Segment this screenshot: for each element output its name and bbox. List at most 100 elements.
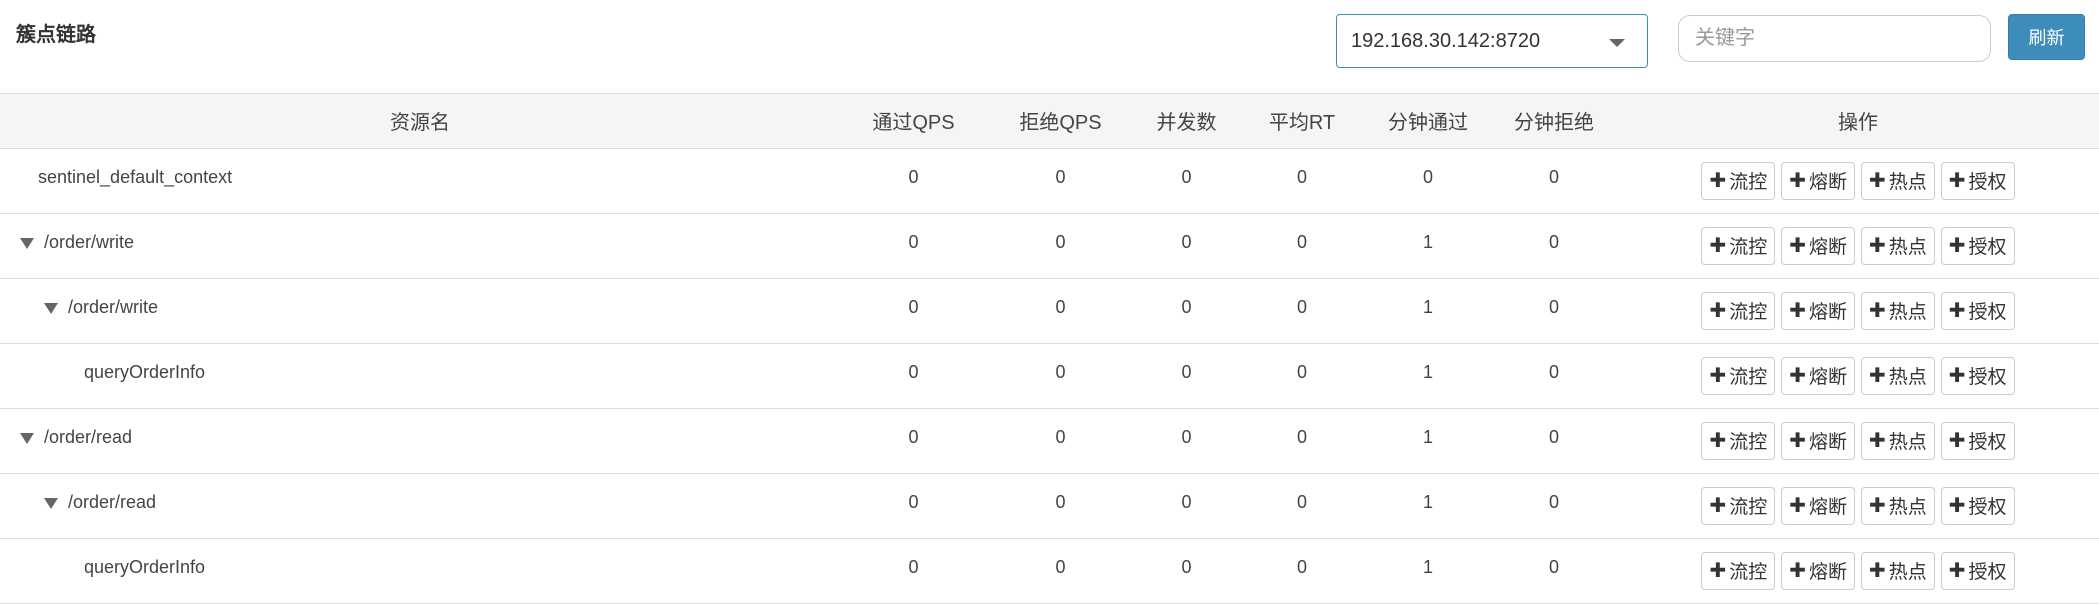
page-title: 簇点链路	[16, 24, 96, 46]
resource-name-wrap: queryOrderInfo	[0, 362, 840, 383]
pass-qps-cell: 0	[908, 491, 919, 512]
minute-block-cell: 0	[1548, 166, 1559, 187]
machine-select[interactable]: 192.168.30.142:8720	[1336, 14, 1648, 68]
add-authority-rule-button[interactable]: ✚ 授权	[1940, 421, 2015, 460]
add-flow-rule-button[interactable]: ✚ 流控	[1701, 291, 1776, 330]
plus-icon: ✚	[1709, 300, 1727, 322]
add-authority-rule-button[interactable]: ✚ 授权	[1940, 291, 2015, 330]
plus-icon: ✚	[1789, 495, 1806, 517]
concurrency-cell: 0	[1181, 296, 1192, 317]
actions-group: ✚ 流控 ✚ 熔断 ✚ 热点 ✚ 授权	[1617, 226, 2099, 265]
block-qps-cell: 0	[1055, 556, 1066, 577]
actions-cell: ✚ 流控 ✚ 熔断 ✚ 热点 ✚ 授权	[1617, 538, 2099, 603]
table-row: queryOrderInfo 0 0 0 0 1 0 ✚ 流控 ✚ 熔断 ✚ 热点 ✚ 授权	[0, 343, 2099, 408]
add-degrade-rule-button[interactable]: ✚ 熔断	[1781, 356, 1855, 395]
caret-down-icon[interactable]	[44, 497, 58, 509]
topbar: 簇点链路 192.168.30.142:8720 刷新	[0, 0, 2099, 94]
minute-pass-cell: 0	[1422, 166, 1433, 187]
add-hot-param-rule-button[interactable]: ✚ 热点	[1861, 161, 1935, 200]
avg-rt-cell: 0	[1296, 166, 1307, 187]
add-flow-rule-button[interactable]: ✚ 流控	[1701, 421, 1776, 460]
caret-down-icon[interactable]	[44, 302, 58, 314]
minute-pass-cell: 1	[1422, 361, 1433, 382]
table-row: /order/read 0 0 0 0 1 0 ✚ 流控 ✚ 熔断 ✚ 热点 ✚ 授权	[0, 408, 2099, 473]
add-flow-rule-button[interactable]: ✚ 流控	[1701, 161, 1776, 200]
add-degrade-rule-button[interactable]: ✚ 熔断	[1781, 291, 1855, 330]
avg-rt-cell: 0	[1296, 426, 1307, 447]
add-authority-rule-button[interactable]: ✚ 授权	[1940, 356, 2015, 395]
concurrency-cell: 0	[1181, 556, 1192, 577]
action-label: 热点	[1888, 562, 1927, 583]
add-degrade-rule-button[interactable]: ✚ 熔断	[1781, 551, 1855, 590]
add-hot-param-rule-button[interactable]: ✚ 热点	[1861, 291, 1935, 330]
action-label: 授权	[1968, 367, 2007, 388]
add-hot-param-rule-button[interactable]: ✚ 热点	[1861, 356, 1935, 395]
block-qps-cell: 0	[1055, 231, 1066, 252]
add-authority-rule-button[interactable]: ✚ 授权	[1940, 226, 2015, 265]
minute-pass-cell: 1	[1422, 556, 1433, 577]
col-concurrency: 并发数	[1134, 94, 1239, 149]
col-minute-pass: 分钟通过	[1365, 94, 1491, 149]
add-hot-param-rule-button[interactable]: ✚ 热点	[1861, 226, 1935, 265]
concurrency-cell: 0	[1181, 231, 1192, 252]
add-authority-rule-button[interactable]: ✚ 授权	[1940, 551, 2015, 590]
action-label: 流控	[1729, 237, 1768, 258]
add-authority-rule-button[interactable]: ✚ 授权	[1940, 486, 2015, 525]
action-label: 熔断	[1808, 562, 1847, 583]
actions-group: ✚ 流控 ✚ 熔断 ✚ 热点 ✚ 授权	[1617, 161, 2099, 200]
add-flow-rule-button[interactable]: ✚ 流控	[1701, 551, 1776, 590]
col-resource-name: 资源名	[0, 94, 840, 149]
plus-icon: ✚	[1789, 560, 1806, 582]
action-label: 授权	[1968, 432, 2007, 453]
plus-icon: ✚	[1948, 170, 1966, 192]
pass-qps-cell: 0	[908, 556, 919, 577]
add-authority-rule-button[interactable]: ✚ 授权	[1940, 161, 2015, 200]
minute-block-cell: 0	[1548, 361, 1559, 382]
add-flow-rule-button[interactable]: ✚ 流控	[1701, 486, 1776, 525]
actions-cell: ✚ 流控 ✚ 熔断 ✚ 热点 ✚ 授权	[1617, 473, 2099, 538]
block-qps-cell: 0	[1055, 491, 1066, 512]
block-qps-cell: 0	[1055, 166, 1066, 187]
add-degrade-rule-button[interactable]: ✚ 熔断	[1781, 226, 1855, 265]
plus-icon: ✚	[1948, 300, 1966, 322]
add-degrade-rule-button[interactable]: ✚ 熔断	[1781, 161, 1855, 200]
actions-group: ✚ 流控 ✚ 熔断 ✚ 热点 ✚ 授权	[1617, 551, 2099, 590]
resource-name: /order/write	[68, 296, 159, 317]
minute-block-cell: 0	[1548, 426, 1559, 447]
add-degrade-rule-button[interactable]: ✚ 熔断	[1781, 486, 1855, 525]
col-avg-rt: 平均RT	[1239, 94, 1365, 149]
col-block-qps: 拒绝QPS	[987, 94, 1134, 149]
plus-icon: ✚	[1869, 495, 1886, 517]
action-label: 熔断	[1808, 172, 1847, 193]
add-hot-param-rule-button[interactable]: ✚ 热点	[1861, 551, 1935, 590]
resource-name-wrap: sentinel_default_context	[0, 167, 840, 188]
caret-down-icon[interactable]	[20, 432, 34, 444]
actions-cell: ✚ 流控 ✚ 熔断 ✚ 热点 ✚ 授权	[1617, 408, 2099, 473]
col-minute-block: 分钟拒绝	[1491, 94, 1617, 149]
action-label: 流控	[1729, 302, 1768, 323]
add-hot-param-rule-button[interactable]: ✚ 热点	[1861, 486, 1935, 525]
plus-icon: ✚	[1948, 235, 1966, 257]
action-label: 授权	[1968, 497, 2007, 518]
action-label: 热点	[1888, 237, 1927, 258]
resource-name: sentinel_default_context	[38, 166, 233, 187]
refresh-button[interactable]: 刷新	[2008, 14, 2085, 60]
resource-name-cell: /order/write	[0, 278, 840, 343]
resource-name-wrap: queryOrderInfo	[0, 557, 840, 578]
search-input[interactable]	[1678, 15, 1991, 62]
plus-icon: ✚	[1789, 300, 1806, 322]
add-hot-param-rule-button[interactable]: ✚ 热点	[1861, 421, 1935, 460]
add-degrade-rule-button[interactable]: ✚ 熔断	[1781, 421, 1855, 460]
action-label: 流控	[1729, 432, 1768, 453]
resource-name: /order/read	[44, 426, 133, 447]
resource-name-cell: /order/read	[0, 408, 840, 473]
table-row: /order/write 0 0 0 0 1 0 ✚ 流控 ✚ 熔断 ✚ 热点 ✚ 授权	[0, 278, 2099, 343]
action-label: 热点	[1888, 432, 1927, 453]
action-label: 授权	[1968, 562, 2007, 583]
caret-down-icon[interactable]	[20, 237, 34, 249]
add-flow-rule-button[interactable]: ✚ 流控	[1701, 226, 1776, 265]
add-flow-rule-button[interactable]: ✚ 流控	[1701, 356, 1776, 395]
plus-icon: ✚	[1948, 495, 1966, 517]
plus-icon: ✚	[1709, 430, 1727, 452]
plus-icon: ✚	[1869, 560, 1886, 582]
